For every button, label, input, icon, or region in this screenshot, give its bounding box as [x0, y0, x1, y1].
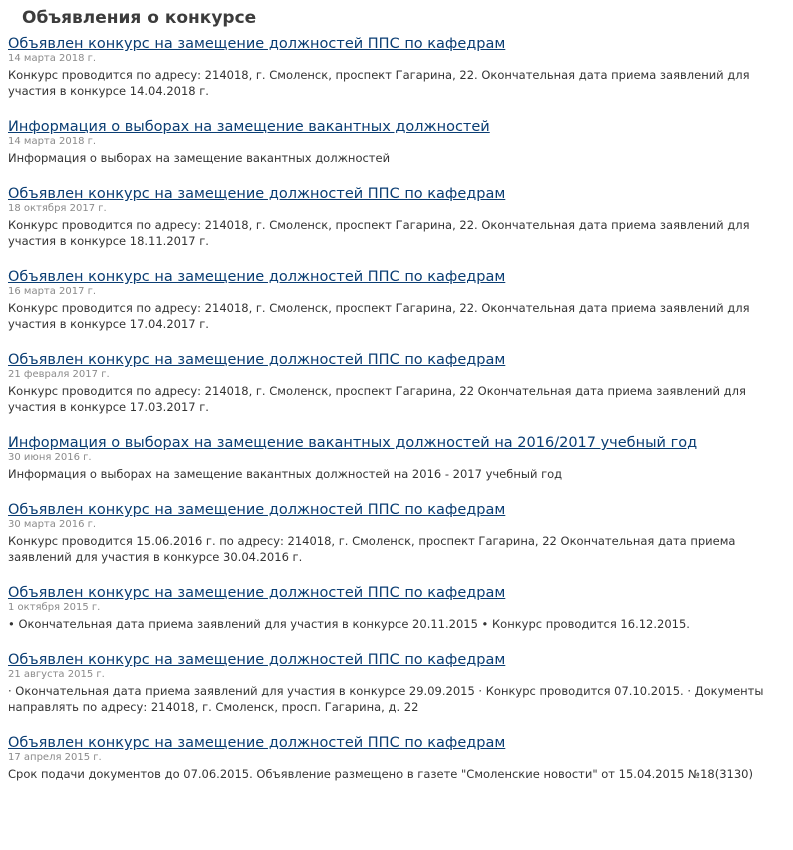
news-item: Объявлен конкурс на замещение должностей… [8, 267, 785, 332]
news-title-link[interactable]: Объявлен конкурс на замещение должностей… [8, 350, 785, 370]
news-item: Информация о выборах на замещение вакант… [8, 433, 785, 482]
news-title-link[interactable]: Объявлен конкурс на замещение должностей… [8, 733, 785, 753]
page-container: Объявления о конкурсе Объявлен конкурс н… [0, 0, 793, 850]
news-item: Объявлен конкурс на замещение должностей… [8, 650, 785, 715]
news-title-link[interactable]: Объявлен конкурс на замещение должностей… [8, 267, 785, 287]
news-date: 30 июня 2016 г. [8, 452, 92, 463]
news-date: 17 апреля 2015 г. [8, 752, 102, 763]
news-title-link[interactable]: Информация о выборах на замещение вакант… [8, 433, 785, 453]
news-date: 30 марта 2016 г. [8, 519, 97, 530]
news-item: Объявлен конкурс на замещение должностей… [8, 500, 785, 565]
news-item: Информация о выборах на замещение вакант… [8, 117, 785, 166]
news-date: 18 октября 2017 г. [8, 203, 107, 214]
news-description: Информация о выборах на замещение вакант… [8, 467, 563, 481]
news-title-link[interactable]: Объявлен конкурс на замещение должностей… [8, 184, 785, 204]
news-description: Конкурс проводится 15.06.2016 г. по адре… [8, 534, 736, 564]
news-description: Конкурс проводится по адресу: 214018, г.… [8, 68, 750, 98]
news-title-link[interactable]: Объявлен конкурс на замещение должностей… [8, 650, 785, 670]
news-title-link[interactable]: Объявлен конкурс на замещение должностей… [8, 583, 785, 603]
news-item: Объявлен конкурс на замещение должностей… [8, 350, 785, 415]
news-date: 16 марта 2017 г. [8, 286, 97, 297]
news-list: Объявлен конкурс на замещение должностей… [8, 34, 785, 782]
page-title: Объявления о конкурсе [22, 8, 257, 28]
news-description: Конкурс проводится по адресу: 214018, г.… [8, 384, 746, 414]
news-description: • Окончательная дата приема заявлений дл… [8, 617, 690, 631]
news-item: Объявлен конкурс на замещение должностей… [8, 583, 785, 632]
news-title-link[interactable]: Информация о выборах на замещение вакант… [8, 117, 785, 137]
news-item: Объявлен конкурс на замещение должностей… [8, 34, 785, 99]
news-date: 14 марта 2018 г. [8, 136, 97, 147]
news-date: 14 марта 2018 г. [8, 53, 97, 64]
news-description: Конкурс проводится по адресу: 214018, г.… [8, 301, 750, 331]
news-item: Объявлен конкурс на замещение должностей… [8, 184, 785, 249]
news-description: Информация о выборах на замещение вакант… [8, 151, 391, 165]
news-description: · Окончательная дата приема заявлений дл… [8, 684, 764, 714]
news-item: Объявлен конкурс на замещение должностей… [8, 733, 785, 782]
news-date: 1 октября 2015 г. [8, 602, 101, 613]
news-description: Срок подачи документов до 07.06.2015. Об… [8, 767, 753, 781]
news-title-link[interactable]: Объявлен конкурс на замещение должностей… [8, 500, 785, 520]
news-title-link[interactable]: Объявлен конкурс на замещение должностей… [8, 34, 785, 54]
news-description: Конкурс проводится по адресу: 214018, г.… [8, 218, 750, 248]
news-date: 21 февраля 2017 г. [8, 369, 110, 380]
news-date: 21 августа 2015 г. [8, 669, 105, 680]
